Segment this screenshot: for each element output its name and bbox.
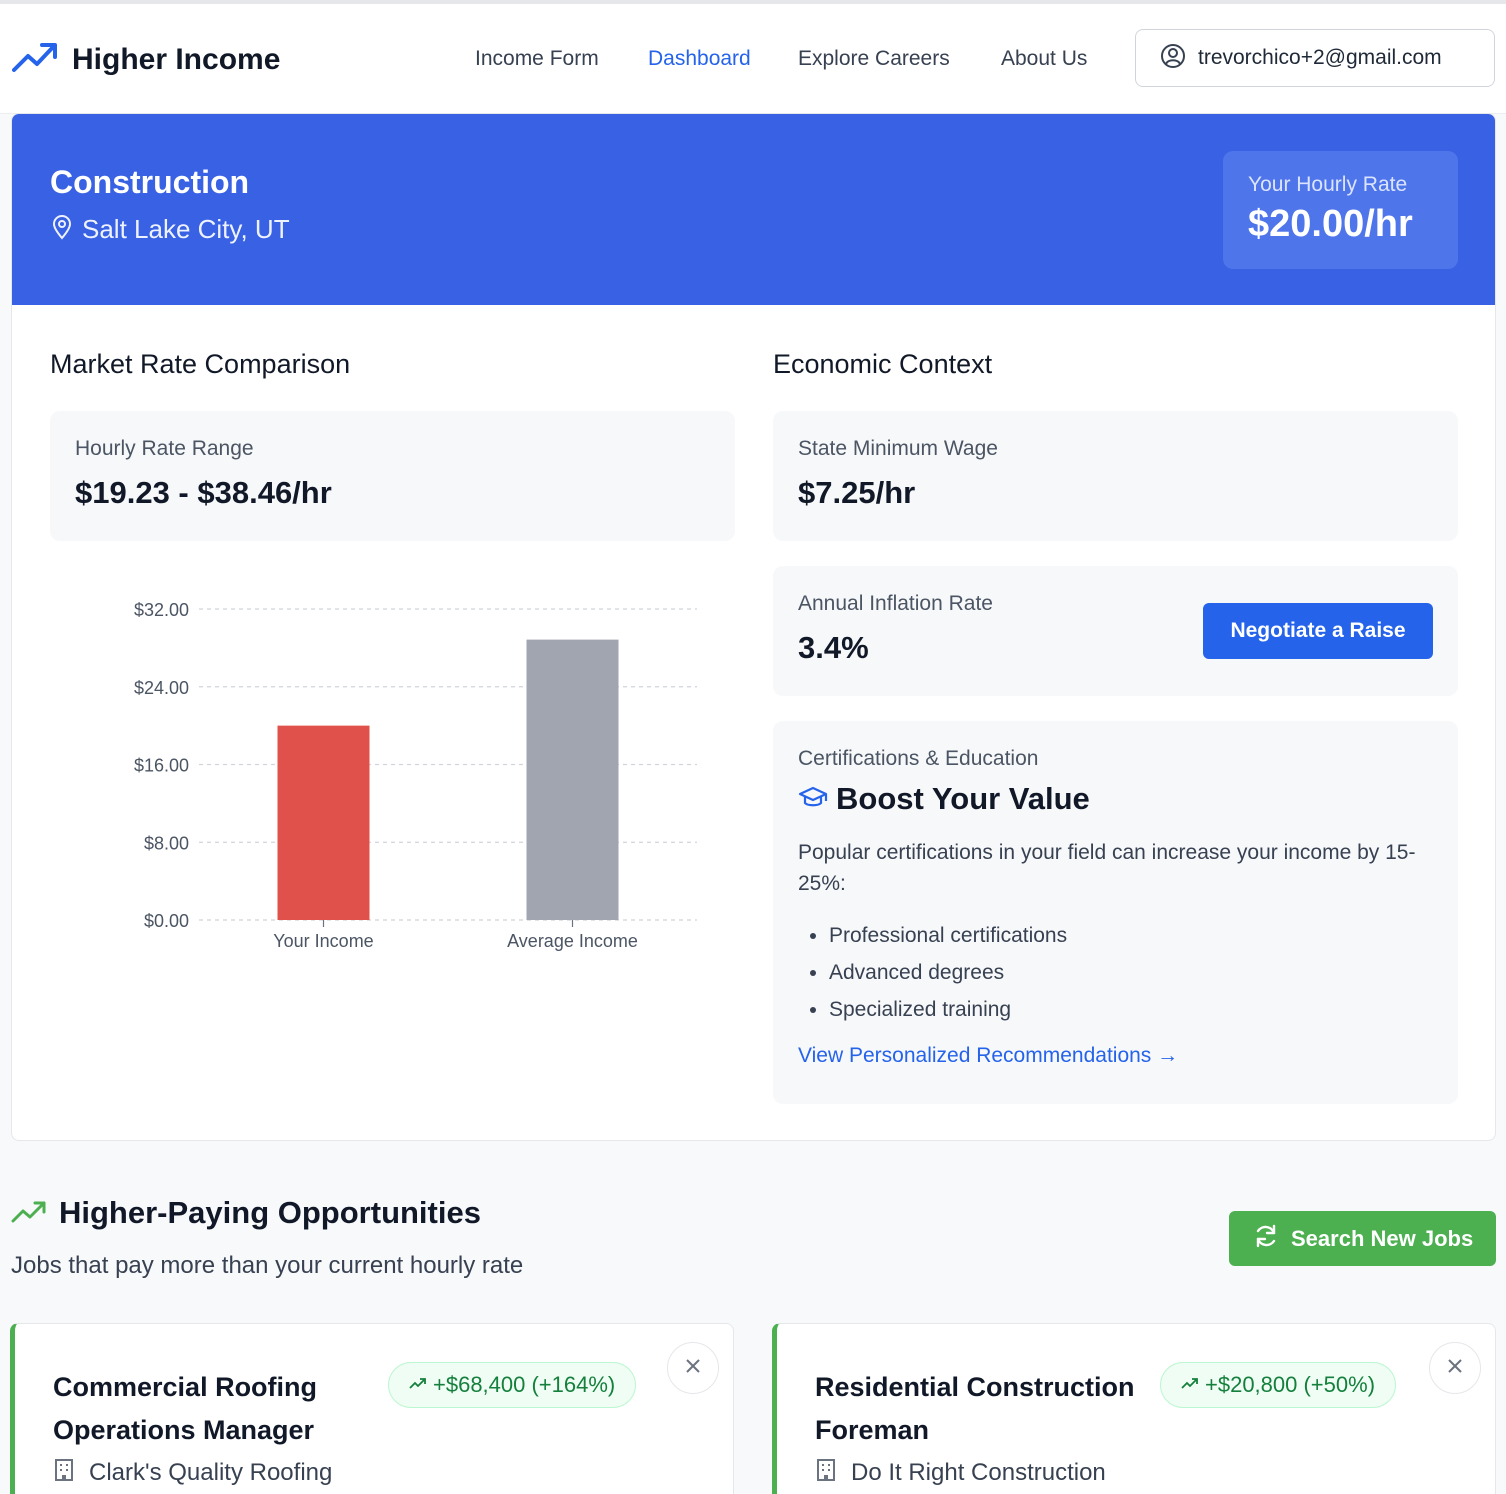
trending-up-icon bbox=[1181, 1376, 1199, 1395]
user-account-button[interactable]: trevorchico+2@gmail.com bbox=[1135, 29, 1495, 87]
close-icon bbox=[1446, 1357, 1464, 1380]
dismiss-job-button[interactable] bbox=[1429, 1342, 1481, 1394]
rate-range-label: Hourly Rate Range bbox=[75, 437, 254, 460]
certifications-description: Popular certifications in your field can… bbox=[798, 841, 1416, 895]
list-item: Specialized training bbox=[829, 991, 1458, 1028]
search-new-jobs-button[interactable]: Search New Jobs bbox=[1229, 1211, 1496, 1266]
y-tick-label: $32.00 bbox=[134, 600, 189, 620]
company-name: Do It Right Construction bbox=[851, 1458, 1106, 1486]
location-text: Salt Lake City, UT bbox=[82, 214, 290, 244]
pay-increase-text: +$20,800 (+50%) bbox=[1205, 1372, 1376, 1397]
hourly-rate-box: Your Hourly Rate $20.00/hr bbox=[1223, 151, 1458, 269]
industry-title: Construction bbox=[50, 164, 250, 200]
job-banner: Construction Salt Lake City, UT Your Hou… bbox=[12, 114, 1495, 305]
y-tick-label: $24.00 bbox=[134, 678, 189, 698]
bar bbox=[277, 725, 370, 920]
min-wage-box: State Minimum Wage $7.25/hr bbox=[773, 411, 1458, 541]
y-tick-label: $8.00 bbox=[144, 833, 189, 853]
income-bar-chart: $0.00 $8.00 $16.00 $24.00 $32.00 Your Income A… bbox=[134, 600, 697, 951]
dashboard-card: Construction Salt Lake City, UT Your Hou… bbox=[11, 113, 1496, 1141]
pay-increase-text: +$68,400 (+164%) bbox=[433, 1372, 616, 1397]
job-card[interactable]: Residential Construction Foreman +$20,80… bbox=[772, 1323, 1496, 1494]
pay-increase-badge: +$20,800 (+50%) bbox=[1160, 1362, 1397, 1408]
hourly-rate-value: $20.00/hr bbox=[1248, 203, 1413, 245]
location: Salt Lake City, UT bbox=[50, 214, 290, 245]
certifications-list: Professional certifications Advanced deg… bbox=[798, 917, 1458, 1028]
job-card[interactable]: Commercial Roofing Operations Manager +$… bbox=[10, 1323, 734, 1494]
certifications-box: Certifications & Education Boost Your Va… bbox=[773, 721, 1458, 1104]
nav-dashboard[interactable]: Dashboard bbox=[648, 47, 751, 71]
list-item: Advanced degrees bbox=[829, 954, 1458, 991]
min-wage-value: $7.25/hr bbox=[798, 475, 916, 510]
boost-heading: Boost Your Value bbox=[798, 781, 1458, 817]
rate-range-box: Hourly Rate Range $19.23 - $38.46/hr bbox=[50, 411, 735, 541]
job-title: Residential Construction Foreman bbox=[815, 1372, 1135, 1445]
brand-logo[interactable]: Higher Income bbox=[12, 40, 280, 79]
economic-section-title: Economic Context bbox=[773, 349, 993, 379]
y-tick-label: $16.00 bbox=[134, 756, 189, 776]
user-email: trevorchico+2@gmail.com bbox=[1198, 46, 1442, 69]
search-new-jobs-label: Search New Jobs bbox=[1291, 1225, 1474, 1251]
top-navbar: Higher Income Income Form Dashboard Expl… bbox=[0, 4, 1506, 114]
nav-about-us[interactable]: About Us bbox=[1001, 47, 1087, 71]
dismiss-job-button[interactable] bbox=[667, 1342, 719, 1394]
job-company: Clark's Quality Roofing bbox=[53, 1458, 332, 1487]
building-icon bbox=[815, 1458, 837, 1487]
bar bbox=[526, 639, 619, 920]
graduation-cap-icon bbox=[798, 784, 828, 815]
y-tick-label: $0.00 bbox=[144, 911, 189, 931]
trending-up-icon bbox=[12, 40, 58, 79]
negotiate-raise-button[interactable]: Negotiate a Raise bbox=[1203, 603, 1433, 659]
nav-income-form[interactable]: Income Form bbox=[475, 47, 599, 71]
certifications-label: Certifications & Education bbox=[798, 747, 1039, 770]
pay-increase-badge: +$68,400 (+164%) bbox=[388, 1362, 637, 1408]
list-item: Professional certifications bbox=[829, 917, 1458, 954]
refresh-icon bbox=[1253, 1223, 1279, 1254]
close-icon bbox=[684, 1357, 702, 1380]
x-tick-label: Average Income bbox=[507, 931, 638, 951]
min-wage-label: State Minimum Wage bbox=[798, 437, 998, 460]
opportunities-title: Higher-Paying Opportunities bbox=[59, 1195, 481, 1230]
x-tick-label: Your Income bbox=[273, 931, 373, 951]
opportunities-subtitle: Jobs that pay more than your current hou… bbox=[11, 1252, 524, 1279]
boost-title: Boost Your Value bbox=[836, 781, 1090, 816]
user-circle-icon bbox=[1160, 43, 1186, 74]
job-company: Do It Right Construction bbox=[815, 1458, 1106, 1487]
nav-explore-careers[interactable]: Explore Careers bbox=[798, 47, 950, 71]
trending-up-icon bbox=[11, 1197, 47, 1230]
opportunities-heading: Higher-Paying Opportunities bbox=[11, 1195, 481, 1231]
map-pin-icon bbox=[50, 214, 74, 245]
building-icon bbox=[53, 1458, 75, 1487]
brand-name: Higher Income bbox=[72, 42, 281, 76]
company-name: Clark's Quality Roofing bbox=[89, 1458, 333, 1486]
view-recommendations-link[interactable]: View Personalized Recommendations → bbox=[798, 1044, 1178, 1068]
hourly-rate-label: Your Hourly Rate bbox=[1248, 173, 1408, 196]
rate-range-value: $19.23 - $38.46/hr bbox=[75, 475, 332, 510]
job-title: Commercial Roofing Operations Manager bbox=[53, 1372, 318, 1445]
market-section-title: Market Rate Comparison bbox=[50, 349, 351, 379]
trending-up-icon bbox=[409, 1376, 427, 1395]
